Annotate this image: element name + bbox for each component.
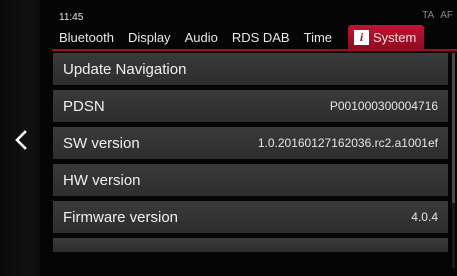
- left-bezel: [0, 0, 40, 276]
- row-label: HW version: [63, 171, 141, 189]
- ta-indicator: TA: [422, 10, 435, 21]
- infotainment-screen: 11:45 TA AF Bluetooth Display Audio RDS …: [0, 0, 457, 276]
- row-value: 1.0.20160127162036.rc2.a1001ef: [257, 136, 438, 150]
- list-item-partial[interactable]: [53, 238, 448, 252]
- info-icon: i: [354, 30, 370, 45]
- scrollbar-thumb[interactable]: [452, 53, 455, 203]
- row-label: SW version: [63, 134, 140, 152]
- tab-time[interactable]: Time: [297, 25, 339, 50]
- row-value: P001000300004716: [329, 99, 438, 113]
- system-info-list: Update Navigation PDSN P001000300004716 …: [53, 53, 448, 252]
- chevron-left-icon: [15, 130, 27, 150]
- tab-audio[interactable]: Audio: [178, 25, 225, 50]
- list-item-pdsn[interactable]: PDSN P001000300004716: [53, 90, 448, 122]
- tab-bluetooth[interactable]: Bluetooth: [52, 25, 121, 50]
- row-label: Update Navigation: [63, 60, 187, 78]
- row-label: Firmware version: [63, 208, 179, 226]
- tab-system-label: System: [373, 30, 417, 45]
- scrollbar[interactable]: [452, 53, 455, 268]
- list-item-hw-version[interactable]: HW version: [53, 164, 448, 196]
- status-flags: TA AF: [422, 10, 453, 21]
- clock: 11:45: [59, 12, 84, 23]
- settings-tab-bar: Bluetooth Display Audio RDS DAB Time i S…: [52, 25, 457, 50]
- tab-underline: [52, 49, 457, 51]
- tab-rds-dab[interactable]: RDS DAB: [225, 25, 297, 50]
- back-button[interactable]: [6, 120, 36, 160]
- af-indicator: AF: [440, 10, 453, 21]
- list-item-sw-version[interactable]: SW version 1.0.20160127162036.rc2.a1001e…: [53, 127, 448, 159]
- tab-system[interactable]: i System: [348, 25, 425, 50]
- row-label: PDSN: [63, 97, 105, 115]
- row-value: 4.0.4: [411, 210, 438, 224]
- list-item-update-navigation[interactable]: Update Navigation: [53, 53, 448, 85]
- tab-display[interactable]: Display: [121, 25, 178, 50]
- list-item-firmware-version[interactable]: Firmware version 4.0.4: [53, 201, 448, 233]
